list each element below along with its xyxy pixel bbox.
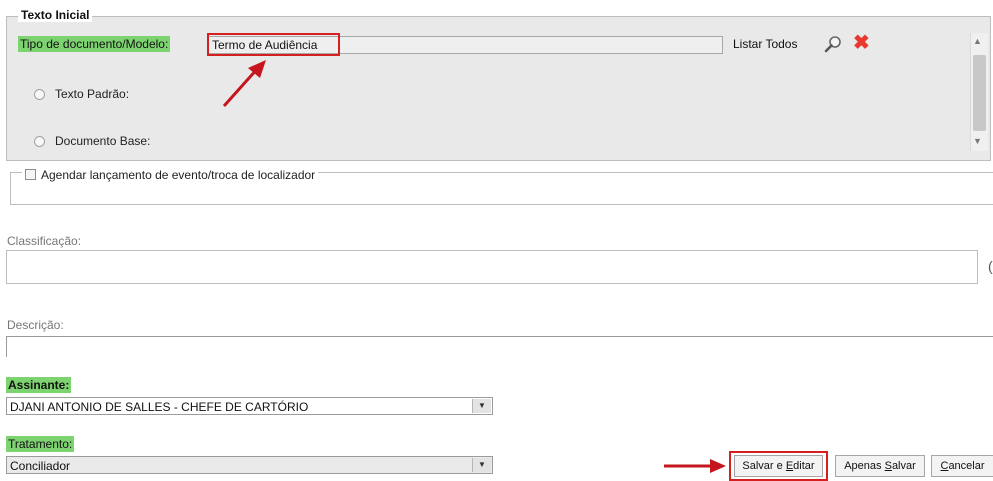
scroll-down-arrow-icon[interactable]: ▼ (973, 136, 982, 146)
tipo-documento-label: Tipo de documento/Modelo: (18, 36, 171, 52)
apenas-salvar-button[interactable]: Apenas Salvar (835, 455, 925, 477)
listar-todos-link[interactable]: Listar Todos (733, 37, 797, 51)
annotation-highlight-box (207, 33, 340, 56)
annotation-arrow-up-icon (222, 60, 266, 108)
descricao-label: Descrição: (7, 318, 64, 332)
chevron-down-icon[interactable]: ▼ (472, 399, 491, 413)
annotation-arrow-right-icon (664, 459, 726, 473)
texto-inicial-legend: Texto Inicial (18, 8, 93, 22)
agendar-legend: Agendar lançamento de evento/troca de lo… (22, 168, 319, 182)
assinante-selected-value: DJANI ANTONIO DE SALLES - CHEFE DE CARTÓ… (10, 400, 309, 414)
assinante-select[interactable]: DJANI ANTONIO DE SALLES - CHEFE DE CARTÓ… (6, 397, 493, 415)
salvar-e-editar-button[interactable]: Salvar e Editar (734, 455, 823, 477)
close-x-icon[interactable]: ✖ (853, 33, 870, 53)
chevron-down-icon[interactable]: ▼ (472, 458, 491, 472)
documento-base-radio[interactable] (34, 136, 45, 147)
agendar-label: Agendar lançamento de evento/troca de lo… (41, 168, 316, 182)
cancelar-button[interactable]: Cancelar (931, 455, 993, 477)
magnifier-icon[interactable] (822, 34, 844, 56)
texto-padrao-radio[interactable] (34, 89, 45, 100)
assinante-label: Assinante: (6, 377, 72, 393)
classificacao-input[interactable] (6, 250, 978, 284)
scroll-up-arrow-icon[interactable]: ▲ (973, 36, 982, 46)
descricao-input[interactable] (6, 336, 993, 357)
scrollbar-thumb[interactable] (973, 55, 986, 131)
documento-base-label: Documento Base: (55, 134, 151, 148)
texto-padrao-label: Texto Padrão: (55, 87, 130, 101)
agendar-checkbox[interactable] (25, 169, 36, 180)
classificacao-side-glyph: ( (988, 258, 993, 274)
tratamento-select[interactable]: Conciliador ▼ (6, 456, 493, 474)
tratamento-selected-value: Conciliador (10, 459, 71, 473)
tratamento-label: Tratamento: (6, 436, 75, 452)
classificacao-label: Classificação: (7, 234, 82, 248)
